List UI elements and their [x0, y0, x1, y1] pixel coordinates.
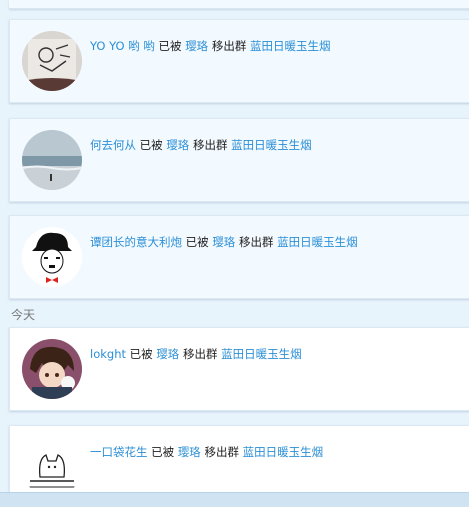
operator-link[interactable]: 璎珞 [166, 138, 189, 152]
operator-link[interactable]: 璎珞 [156, 347, 179, 361]
user-avatar[interactable] [22, 31, 82, 91]
removed-by-text: 已被 [151, 445, 175, 459]
user-avatar[interactable] [22, 437, 82, 497]
group-link[interactable]: 蓝田日暖玉生烟 [277, 235, 358, 249]
event-card: YO YO 哟 哟 已被 璎珞 移出群 蓝田日暖玉生烟 [9, 19, 469, 103]
removed-from-group-text: 移出群 [204, 445, 239, 459]
user-link[interactable]: lokght [90, 347, 126, 361]
date-section-label: 今天 [11, 308, 36, 322]
sketch-avatar-icon [22, 31, 82, 91]
removed-from-group-text: 移出群 [182, 347, 218, 361]
removed-from-group-text: 移出群 [211, 39, 247, 53]
user-link[interactable]: YO YO 哟 哟 [90, 39, 155, 53]
removed-by-text: 已被 [158, 39, 182, 53]
chaplin-avatar-icon [22, 227, 82, 287]
operator-link[interactable]: 璎珞 [178, 445, 201, 459]
beach-avatar-icon [22, 130, 82, 190]
removed-from-group-text: 移出群 [238, 235, 274, 249]
group-link[interactable]: 蓝田日暖玉生烟 [243, 445, 324, 459]
user-link[interactable]: 一口袋花生 [90, 445, 148, 459]
group-link[interactable]: 蓝田日暖玉生烟 [221, 347, 302, 361]
user-avatar[interactable] [22, 227, 82, 287]
event-card: 何去何从 已被 璎珞 移出群 蓝田日暖玉生烟 [9, 118, 469, 202]
removed-from-group-text: 移出群 [192, 138, 228, 152]
previous-card-edge [9, 0, 469, 9]
operator-link[interactable]: 璎珞 [212, 235, 235, 249]
group-link[interactable]: 蓝田日暖玉生烟 [231, 138, 312, 152]
bottom-bar [0, 492, 469, 507]
cat-avatar-icon [22, 437, 82, 497]
removed-by-text: 已被 [139, 138, 163, 152]
event-card: lokght 已被 璎珞 移出群 蓝田日暖玉生烟 [9, 327, 469, 411]
user-avatar[interactable] [22, 130, 82, 190]
removed-by-text: 已被 [185, 235, 209, 249]
group-link[interactable]: 蓝田日暖玉生烟 [250, 39, 331, 53]
user-avatar[interactable] [22, 339, 82, 399]
user-link[interactable]: 谭团长的意大利炮 [90, 235, 182, 249]
event-card: 谭团长的意大利炮 已被 璎珞 移出群 蓝田日暖玉生烟 [9, 215, 469, 299]
removed-by-text: 已被 [129, 347, 153, 361]
event-card: 一口袋花生 已被 璎珞 移出群 蓝田日暖玉生烟 [9, 425, 469, 497]
operator-link[interactable]: 璎珞 [185, 39, 208, 53]
user-link[interactable]: 何去何从 [90, 138, 136, 152]
anime-avatar-icon [22, 339, 82, 399]
